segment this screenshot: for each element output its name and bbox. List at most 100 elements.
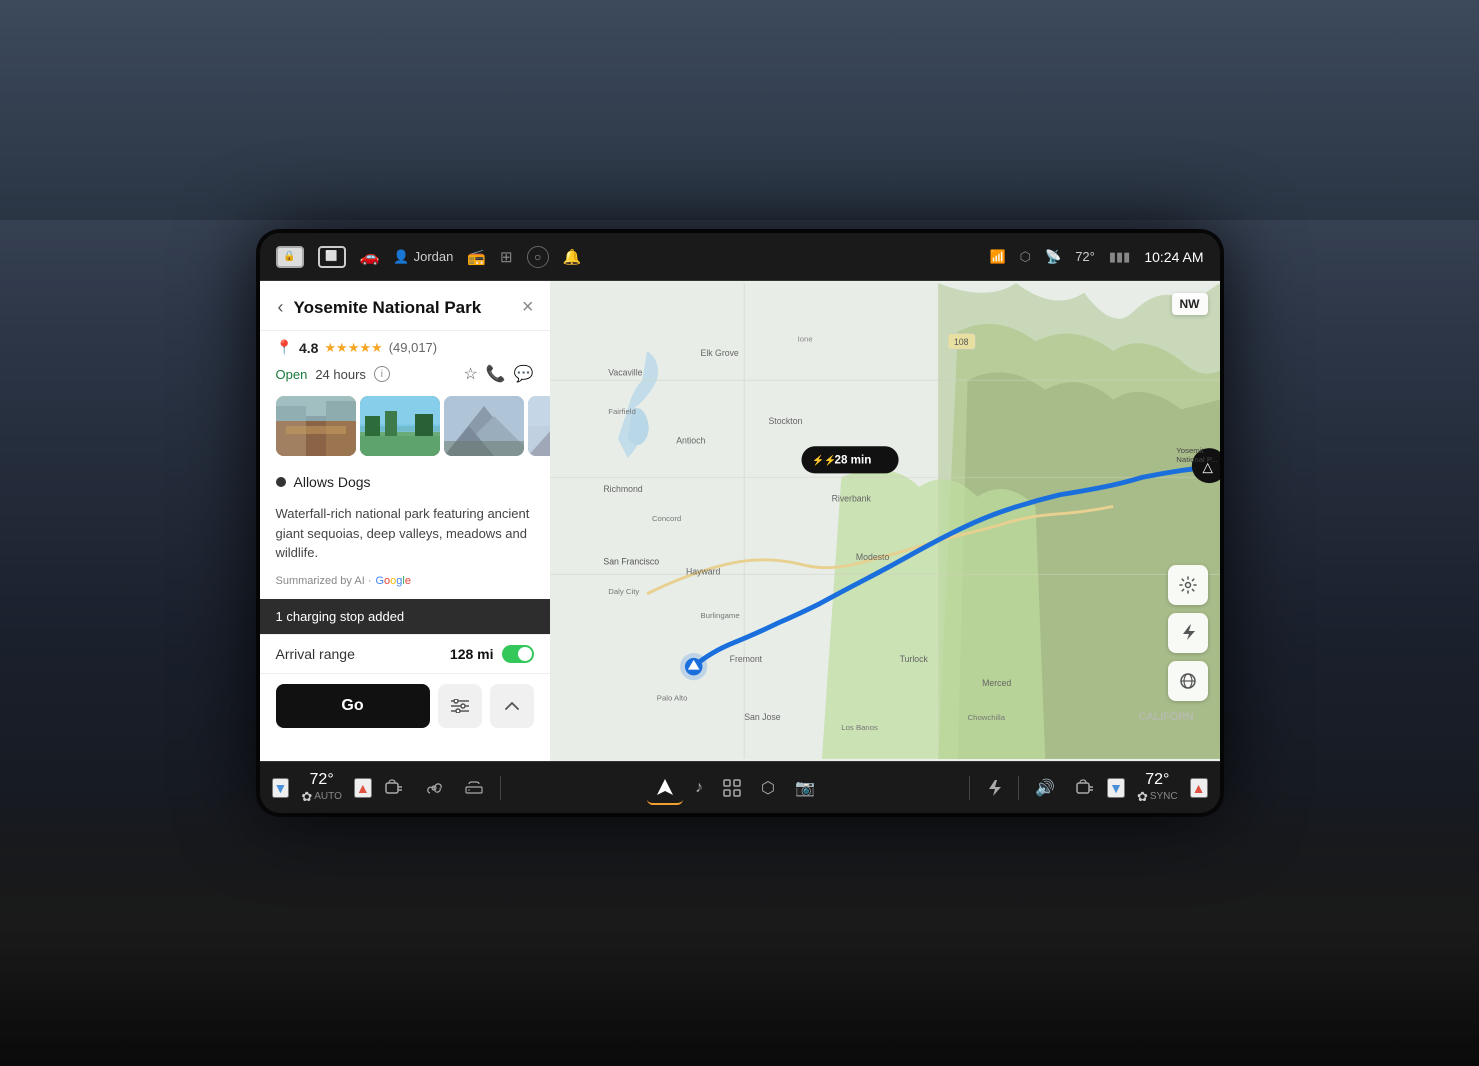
dashboard-background	[0, 0, 1479, 220]
dog-icon	[276, 477, 286, 487]
temperature-display: 72°	[1075, 249, 1095, 264]
alexa-icon[interactable]: ○	[527, 246, 549, 268]
svg-text:San Francisco: San Francisco	[603, 557, 659, 567]
call-button[interactable]: 📞	[486, 364, 506, 384]
svg-text:Los Banos: Los Banos	[841, 723, 878, 732]
bottom-navigation: ▼ 72° ✿ AUTO ▲	[260, 761, 1220, 813]
place-description: Waterfall-rich national park featuring a…	[260, 498, 550, 571]
defrost-button[interactable]	[456, 773, 492, 803]
photo-1[interactable]	[276, 396, 356, 456]
back-button[interactable]: ‹	[276, 295, 286, 320]
hours-info-icon[interactable]: i	[374, 366, 390, 382]
svg-text:Burlingame: Burlingame	[700, 611, 739, 620]
map-controls	[1168, 565, 1208, 701]
svg-text:Palo Alto: Palo Alto	[656, 694, 687, 703]
ev-charging-button[interactable]	[1168, 613, 1208, 653]
compass-direction: NW	[1172, 293, 1208, 315]
right-temp-down-button[interactable]: ▼	[1107, 778, 1125, 798]
ai-summary-prefix: Summarized by AI ·	[276, 575, 372, 587]
fan-button[interactable]	[416, 773, 452, 803]
volume-button[interactable]: 🔊	[1027, 772, 1063, 804]
screen-icon[interactable]: ⬜	[318, 246, 346, 268]
clock-display: 10:24 AM	[1144, 249, 1203, 265]
svg-text:Riverbank: Riverbank	[831, 494, 871, 504]
right-climate-display: 72° ✿ SYNC	[1129, 770, 1186, 805]
svg-text:Fairfield: Fairfield	[608, 407, 636, 416]
hours-detail: 24 hours	[315, 367, 366, 382]
music-button[interactable]: ♪	[687, 773, 711, 803]
main-content: ‹ Yosemite National Park × 📍 4.8 ★★★★★ (…	[260, 281, 1220, 761]
status-bar: 🔒 ⬜ 🚗 👤 J	[260, 233, 1220, 281]
status-bar-left: 🔒 ⬜ 🚗 👤 J	[276, 246, 978, 268]
camera-button[interactable]: 📷	[787, 772, 823, 804]
seat-heat-right-button[interactable]	[1067, 773, 1103, 803]
photo-4[interactable]	[528, 396, 550, 456]
home-icon[interactable]: ⊞	[500, 248, 513, 266]
panel-header: ‹ Yosemite National Park ×	[260, 281, 550, 331]
nav-divider-3	[1018, 776, 1019, 800]
car-interior: 🔒 ⬜ 🚗 👤 J	[0, 0, 1479, 1066]
status-bar-right: 📶 ⬡ 📡 72° ▮▮▮	[989, 249, 1203, 265]
route-options-button[interactable]	[438, 684, 482, 728]
svg-text:Elk Grove: Elk Grove	[700, 348, 738, 358]
arrival-range-row: Arrival range 128 mi	[260, 634, 550, 674]
left-temp-up-button[interactable]: ▲	[354, 778, 372, 798]
go-button[interactable]: Go	[276, 684, 430, 728]
nav-divider-1	[500, 776, 501, 800]
left-temperature: 72° ✿ AUTO	[301, 770, 342, 805]
pin-icon: 📍	[276, 339, 293, 356]
photo-3[interactable]	[444, 396, 524, 456]
nav-divider-2	[969, 776, 970, 800]
share-button[interactable]: 💬	[514, 364, 534, 384]
place-detail-panel: ‹ Yosemite National Park × 📍 4.8 ★★★★★ (…	[260, 281, 550, 761]
lock-icon[interactable]: 🔒	[276, 246, 304, 268]
map-background: Vacaville Elk Grove Ione Fairfield Antio…	[550, 281, 1220, 761]
alexa-button[interactable]: ⬡	[753, 772, 783, 804]
stars-display: ★★★★★	[324, 340, 382, 356]
svg-text:Merced: Merced	[982, 678, 1011, 688]
close-button[interactable]: ×	[522, 296, 534, 319]
svg-text:Fremont: Fremont	[729, 654, 762, 664]
apps-button[interactable]	[715, 773, 749, 803]
map-layers-button[interactable]	[1168, 661, 1208, 701]
svg-text:Chowchilla: Chowchilla	[967, 713, 1005, 722]
signal-icon: 📡	[1045, 249, 1061, 265]
rating-row: 📍 4.8 ★★★★★ (49,017)	[260, 331, 550, 360]
svg-text:CALIFORN: CALIFORN	[1138, 711, 1193, 723]
svg-text:National P...: National P...	[1176, 455, 1217, 464]
arrival-range-toggle[interactable]	[502, 645, 534, 663]
user-profile[interactable]: 👤 Jordan	[393, 249, 453, 265]
bluetooth-icon: ⬡	[1020, 249, 1031, 265]
photos-strip	[260, 392, 550, 468]
map-area[interactable]: Vacaville Elk Grove Ione Fairfield Antio…	[550, 281, 1220, 761]
svg-text:Hayward: Hayward	[685, 566, 720, 576]
review-count: (49,017)	[389, 340, 437, 355]
svg-text:Daly City: Daly City	[608, 587, 639, 596]
svg-text:Modesto: Modesto	[855, 552, 889, 562]
svg-text:Antioch: Antioch	[676, 435, 705, 445]
seat-heat-left-button[interactable]	[376, 773, 412, 803]
bottom-background	[0, 786, 1479, 1066]
allows-dogs-label: Allows Dogs	[294, 474, 371, 490]
open-status: Open	[276, 367, 308, 382]
map-settings-button[interactable]	[1168, 565, 1208, 605]
svg-text:Yosemit: Yosemit	[1176, 446, 1204, 455]
left-temp-down-button[interactable]: ▼	[272, 778, 290, 798]
photo-2[interactable]	[360, 396, 440, 456]
svg-text:Concord: Concord	[651, 514, 680, 523]
save-button[interactable]: ☆	[463, 364, 477, 384]
radio-icon[interactable]: 📻	[467, 248, 486, 266]
navigation-button[interactable]	[647, 771, 683, 805]
notifications-icon[interactable]: 🔔	[563, 248, 582, 266]
ev-button[interactable]	[978, 772, 1010, 804]
svg-text:108: 108	[953, 337, 968, 347]
svg-text:Ione: Ione	[797, 334, 812, 343]
go-button-row: Go	[260, 674, 550, 738]
hours-row: Open 24 hours i ☆ 📞 💬	[260, 360, 550, 392]
nav-center-buttons: ♪ ⬡ 📷	[509, 771, 961, 805]
right-temp-up-button[interactable]: ▲	[1190, 778, 1208, 798]
collapse-button[interactable]	[490, 684, 534, 728]
svg-text:Richmond: Richmond	[603, 484, 642, 494]
wifi-icon: 📶	[989, 249, 1005, 265]
car-icon[interactable]: 🚗	[360, 247, 380, 267]
